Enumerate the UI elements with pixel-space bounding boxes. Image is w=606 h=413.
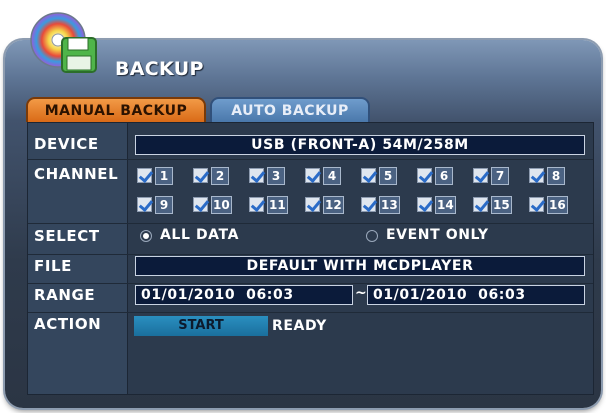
checkbox-icon: [193, 168, 208, 183]
checkbox-icon: [249, 197, 264, 212]
range-end-field[interactable]: 01/01/2010 06:03: [367, 285, 585, 305]
range-start-field[interactable]: 01/01/2010 06:03: [135, 285, 353, 305]
channel-number: 10: [211, 196, 232, 214]
checkbox-icon: [305, 197, 320, 212]
radio-event-only[interactable]: [366, 230, 378, 242]
channel-number: 7: [491, 167, 509, 185]
channel-number: 8: [547, 167, 565, 185]
select-label: SELECT: [34, 227, 100, 245]
channel-label: CHANNEL: [34, 165, 119, 183]
channel-number: 6: [435, 167, 453, 185]
checkbox-icon: [193, 197, 208, 212]
checkbox-icon: [417, 197, 432, 212]
channel-number: 11: [267, 196, 288, 214]
radio-all-data-label: ALL DATA: [160, 227, 240, 243]
row-divider: [28, 159, 593, 160]
device-label: DEVICE: [34, 135, 99, 153]
window-title: BACKUP: [115, 58, 204, 80]
channel-number: 5: [379, 167, 397, 185]
checkbox-icon: [473, 168, 488, 183]
row-divider: [28, 283, 593, 284]
range-separator: ~: [355, 285, 368, 301]
checkbox-icon: [305, 168, 320, 183]
channel-number: 2: [211, 167, 229, 185]
row-divider: [28, 312, 593, 313]
channel-number: 16: [547, 196, 568, 214]
channel-number: 3: [267, 167, 285, 185]
checkbox-icon: [473, 197, 488, 212]
action-label: ACTION: [34, 315, 102, 333]
channel-number: 4: [323, 167, 341, 185]
action-status: READY: [272, 318, 327, 334]
channel-number: 9: [155, 196, 173, 214]
file-label: FILE: [34, 257, 73, 275]
radio-all-data[interactable]: [140, 230, 152, 242]
channel-number: 15: [491, 196, 512, 214]
range-label: RANGE: [34, 286, 96, 304]
tab-auto-backup[interactable]: AUTO BACKUP: [210, 97, 370, 122]
row-divider: [28, 223, 593, 224]
checkbox-icon: [137, 197, 152, 212]
row-divider: [28, 254, 593, 255]
device-field[interactable]: USB (FRONT-A) 54M/258M: [135, 135, 585, 155]
file-field[interactable]: DEFAULT WITH MCDPLAYER: [135, 256, 585, 276]
checkbox-icon: [529, 197, 544, 212]
checkbox-icon: [361, 168, 376, 183]
channel-number: 12: [323, 196, 344, 214]
backup-disc-icon: [30, 12, 97, 73]
start-button[interactable]: START: [134, 316, 268, 336]
channel-number: 14: [435, 196, 456, 214]
channel-number: 13: [379, 196, 400, 214]
checkbox-icon: [361, 197, 376, 212]
checkbox-icon: [417, 168, 432, 183]
checkbox-icon: [137, 168, 152, 183]
checkbox-icon: [249, 168, 264, 183]
channel-number: 1: [155, 167, 173, 185]
radio-event-only-label: EVENT ONLY: [386, 227, 489, 243]
tab-manual-backup[interactable]: MANUAL BACKUP: [26, 97, 206, 122]
checkbox-icon: [529, 168, 544, 183]
